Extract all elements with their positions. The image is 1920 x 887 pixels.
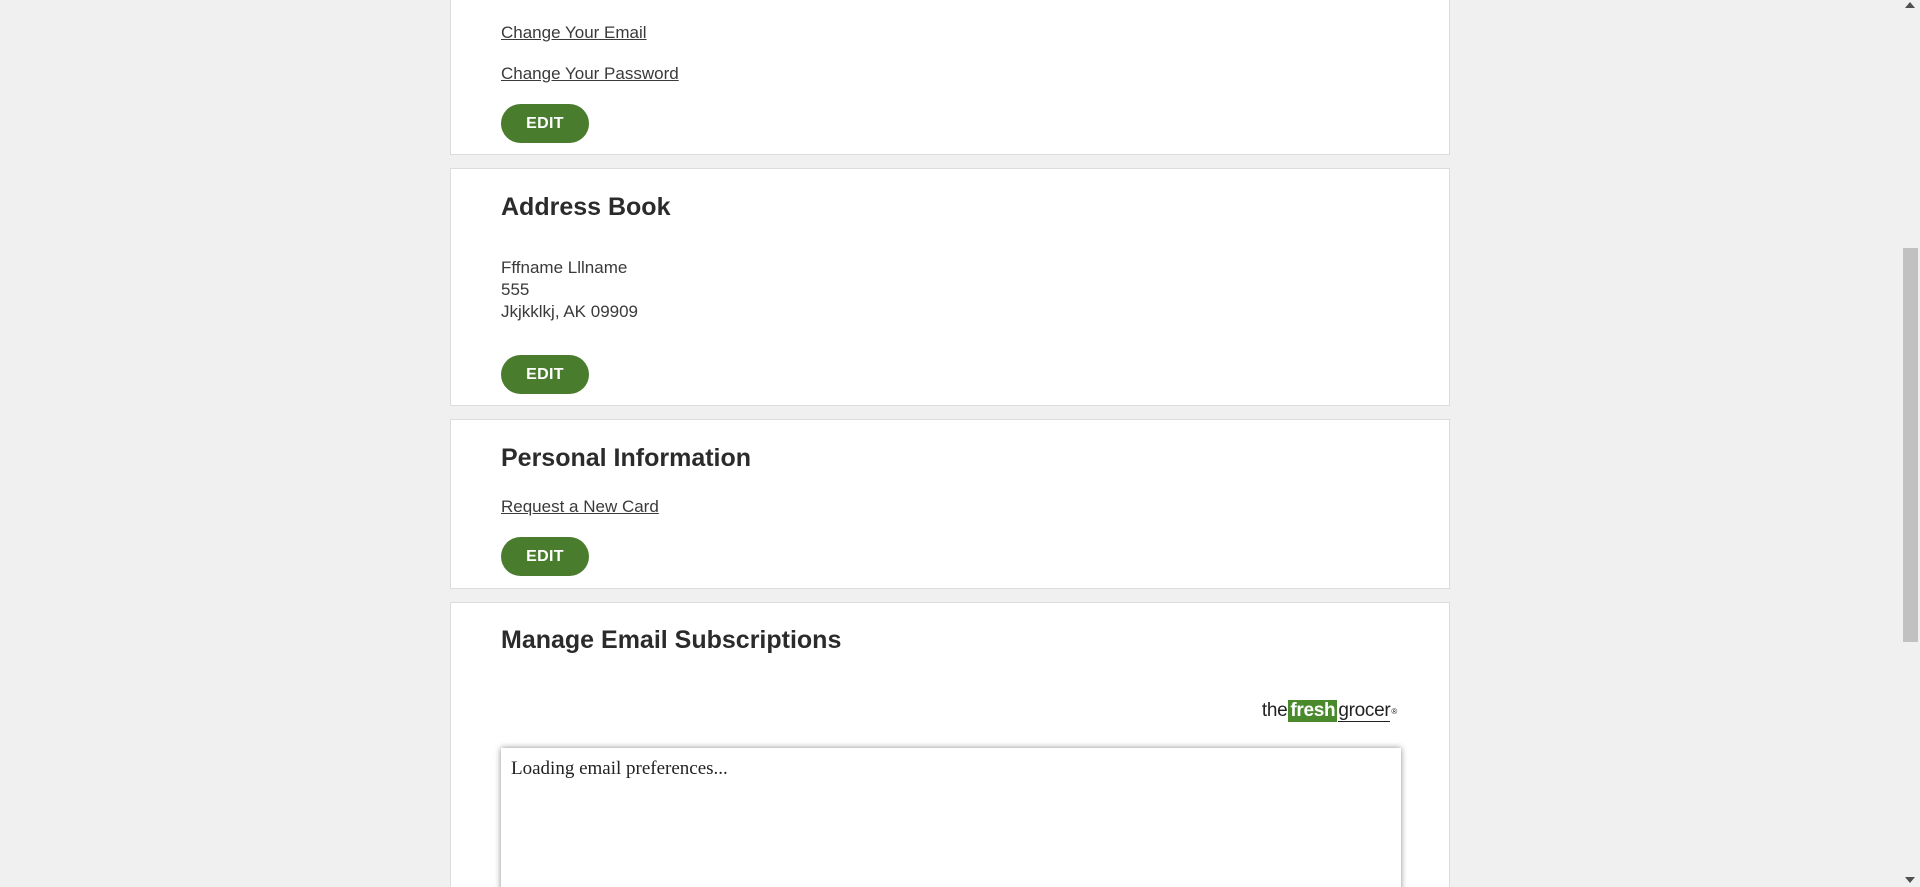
account-page: Change Your Email Change Your Password E… bbox=[0, 0, 1920, 887]
address-city-state-zip: Jkjkklkj, AK 09909 bbox=[501, 302, 639, 321]
login-settings-card: Change Your Email Change Your Password E… bbox=[450, 0, 1450, 155]
logo-the: the bbox=[1261, 700, 1288, 721]
address-book-title: Address Book bbox=[501, 193, 671, 221]
the-fresh-grocer-logo: the fresh grocer ® bbox=[1262, 699, 1397, 723]
logo-fresh: fresh bbox=[1288, 700, 1338, 722]
loading-email-preferences-text: Loading email preferences... bbox=[511, 758, 728, 779]
address-name: Fffname Lllname bbox=[501, 258, 628, 277]
personal-edit-button[interactable]: EDIT bbox=[501, 537, 589, 576]
personal-information-card: Personal Information Request a New Card … bbox=[450, 419, 1450, 589]
change-email-link[interactable]: Change Your Email bbox=[501, 23, 647, 43]
email-preferences-frame[interactable]: Loading email preferences... bbox=[501, 748, 1401, 887]
scrollbar-thumb[interactable] bbox=[1903, 248, 1918, 642]
scroll-up-arrow-icon[interactable] bbox=[1905, 2, 1915, 8]
personal-information-title: Personal Information bbox=[501, 444, 752, 472]
address-book-card: Address Book Fffname Lllname 555 Jkjkklk… bbox=[450, 168, 1450, 406]
change-password-link[interactable]: Change Your Password bbox=[501, 64, 679, 84]
email-subscriptions-title: Manage Email Subscriptions bbox=[501, 626, 842, 654]
request-new-card-link[interactable]: Request a New Card bbox=[501, 497, 659, 517]
email-subscriptions-card: Manage Email Subscriptions the fresh groce… bbox=[450, 602, 1450, 887]
logo-grocer: grocer bbox=[1338, 699, 1391, 722]
address-street: 555 bbox=[501, 280, 530, 299]
login-edit-button[interactable]: EDIT bbox=[501, 104, 589, 143]
address-edit-button[interactable]: EDIT bbox=[501, 355, 589, 394]
logo-trademark: ® bbox=[1391, 706, 1397, 716]
vertical-scrollbar[interactable] bbox=[1900, 0, 1920, 887]
scroll-down-arrow-icon[interactable] bbox=[1905, 877, 1915, 883]
